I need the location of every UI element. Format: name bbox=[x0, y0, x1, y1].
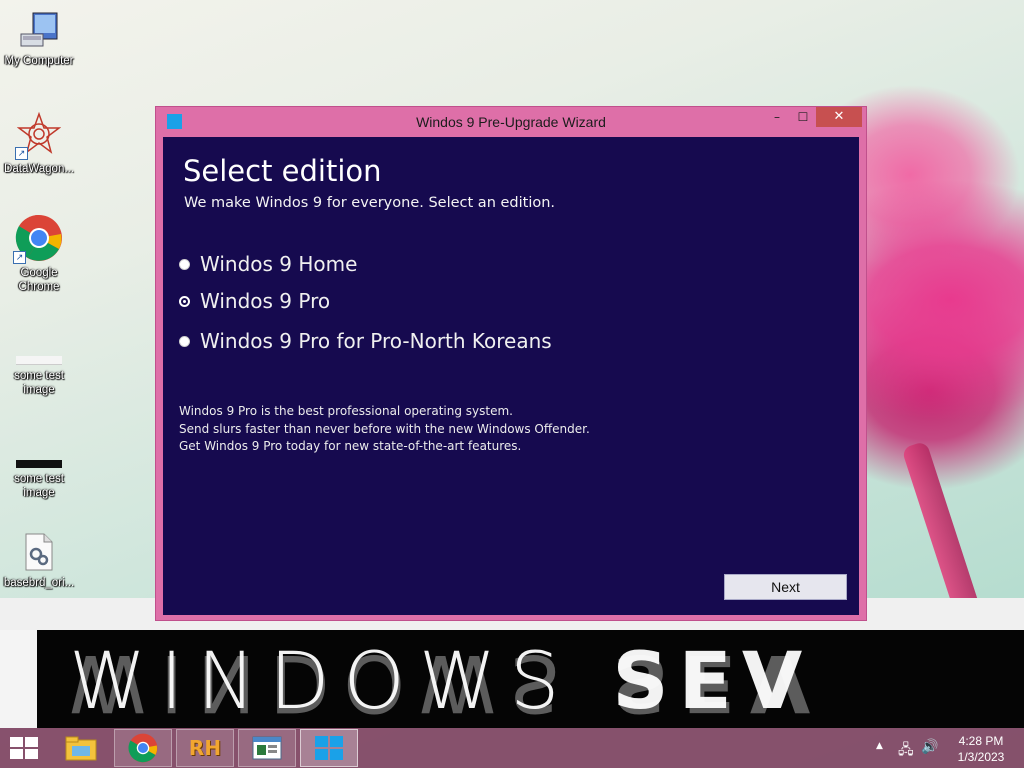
file-explorer-icon bbox=[65, 736, 97, 761]
next-button[interactable]: Next bbox=[724, 574, 847, 600]
wizard-content: Select edition We make Windos 9 for ever… bbox=[163, 137, 859, 615]
radio-button[interactable] bbox=[179, 258, 190, 270]
volume-icon[interactable]: 🔊 bbox=[921, 739, 938, 779]
desktop-icon-my-computer[interactable]: My Computer bbox=[0, 10, 78, 68]
radio-button[interactable] bbox=[179, 295, 190, 307]
close-button[interactable]: ✕ bbox=[816, 107, 862, 127]
image-file-icon bbox=[16, 460, 62, 468]
chrome-icon bbox=[128, 733, 158, 763]
network-icon[interactable]: 🖧 bbox=[898, 739, 914, 779]
minimize-button[interactable]: – bbox=[764, 107, 790, 127]
left-strip bbox=[0, 630, 37, 728]
desktop-icon-chrome[interactable]: ↗ Google Chrome bbox=[0, 214, 78, 294]
desktop-icon-test-image-2[interactable]: some test image bbox=[0, 460, 78, 500]
shortcut-arrow-icon: ↗ bbox=[15, 147, 28, 160]
edition-option-home[interactable]: Windos 9 Home bbox=[179, 251, 357, 277]
description-line: Get Windos 9 Pro today for new state-of-… bbox=[179, 439, 522, 453]
taskbar: RH ▲ 🖧 🔊 4:28 PM 1/3/2023 bbox=[0, 728, 1024, 768]
clock-date: 1/3/2023 bbox=[957, 750, 1005, 764]
title-bar[interactable]: Windos 9 Pre-Upgrade Wizard – ☐ ✕ bbox=[156, 107, 866, 137]
option-label: Windos 9 Home bbox=[200, 252, 358, 276]
taskbar-app-window[interactable] bbox=[238, 729, 296, 767]
clock-time: 4:28 PM bbox=[958, 734, 1004, 748]
taskbar-rh[interactable]: RH bbox=[176, 729, 234, 767]
option-label: Windos 9 Pro bbox=[200, 289, 331, 313]
description-line: Send slurs faster than never before with… bbox=[179, 421, 590, 436]
description-line: Windos 9 Pro is the best professional op… bbox=[179, 404, 513, 418]
desktop-icon-label: some test image bbox=[14, 473, 64, 499]
datawagon-icon: ↗ bbox=[15, 111, 62, 160]
shortcut-arrow-icon: ↗ bbox=[13, 251, 26, 264]
clock[interactable]: 4:28 PM 1/3/2023 bbox=[945, 733, 1017, 765]
windows-logo-pane bbox=[10, 737, 23, 747]
image-file-icon bbox=[16, 356, 62, 365]
taskbar-chrome[interactable] bbox=[114, 729, 172, 767]
window-app-icon bbox=[252, 736, 282, 760]
maximize-button[interactable]: ☐ bbox=[790, 107, 816, 127]
banner-reflection: WINDOWS SEV bbox=[69, 637, 825, 727]
edition-option-pro-nk[interactable]: Windos 9 Pro for Pro-North Koreans bbox=[179, 328, 552, 354]
rh-icon: RH bbox=[188, 736, 222, 760]
taskbar-file-explorer[interactable] bbox=[52, 729, 110, 767]
desktop-icon-label: some test image bbox=[14, 370, 64, 396]
desktop-icon-datawagon[interactable]: ↗ DataWagon... bbox=[0, 111, 78, 176]
option-label: Windos 9 Pro for Pro-North Koreans bbox=[200, 329, 552, 353]
radio-button[interactable] bbox=[179, 335, 190, 347]
windows-seven-banner: WINDOWS SEV WINDOWS SEV bbox=[37, 630, 1024, 728]
taskbar-wizard[interactable] bbox=[300, 729, 358, 767]
settings-file-icon bbox=[22, 532, 56, 572]
window-title: Windos 9 Pre-Upgrade Wizard bbox=[416, 114, 606, 130]
edition-option-pro[interactable]: Windos 9 Pro bbox=[179, 288, 330, 314]
edition-description: Windos 9 Pro is the best professional op… bbox=[179, 403, 590, 456]
windows-logo-pane bbox=[10, 749, 23, 759]
windows-logo-pane bbox=[25, 749, 38, 759]
computer-icon bbox=[17, 10, 61, 50]
chrome-icon: ↗ bbox=[13, 214, 63, 264]
tray-show-hidden-icon[interactable]: ▲ bbox=[876, 741, 883, 781]
page-subtitle: We make Windos 9 for everyone. Select an… bbox=[184, 195, 556, 211]
desktop-icon-label: DataWagon... bbox=[4, 163, 74, 175]
start-button[interactable] bbox=[8, 737, 38, 759]
wizard-window: Windos 9 Pre-Upgrade Wizard – ☐ ✕ Select… bbox=[155, 106, 867, 621]
desktop-icon-label: My Computer bbox=[4, 55, 74, 67]
desktop-icon-label: basebrd_ori... bbox=[3, 577, 75, 589]
windows-logo-pane bbox=[25, 737, 38, 747]
desktop-icon-basebrd[interactable]: basebrd_ori... bbox=[0, 532, 78, 590]
desktop-icon-label: Google Chrome bbox=[18, 267, 60, 293]
page-title: Select edition bbox=[183, 154, 382, 188]
windows-logo-icon bbox=[315, 736, 343, 760]
desktop-icon-test-image-1[interactable]: some test image bbox=[0, 356, 78, 397]
